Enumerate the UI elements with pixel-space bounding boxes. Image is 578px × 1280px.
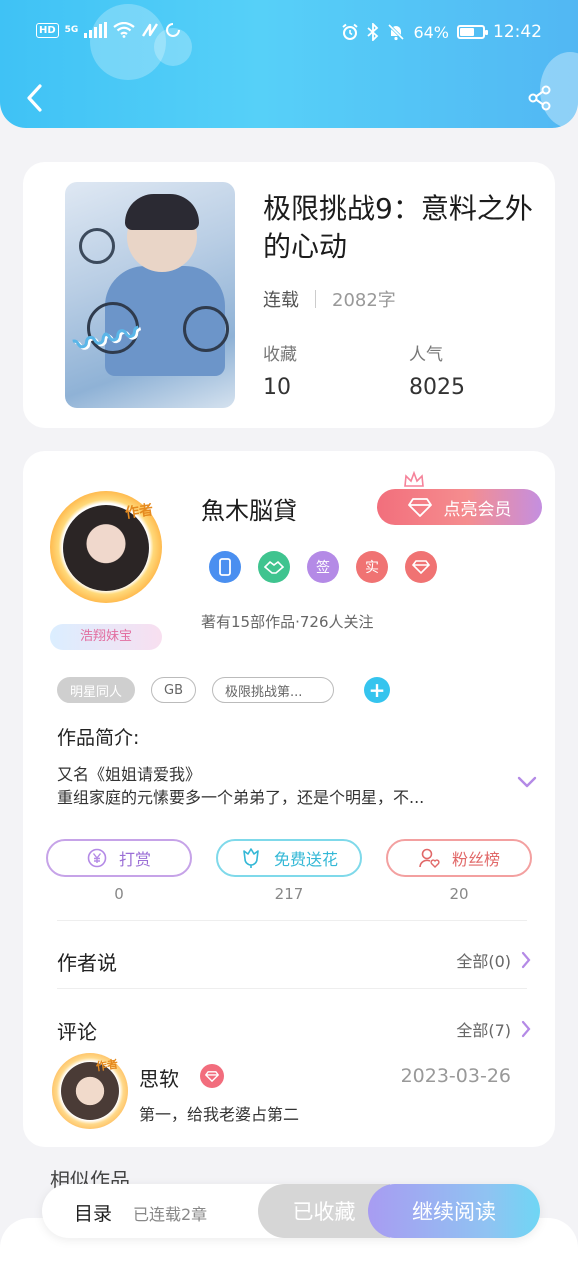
real-name-badge-icon[interactable]: 实 [356, 551, 388, 583]
diamond-icon[interactable] [405, 551, 437, 583]
yen-icon [87, 848, 107, 868]
intro-line: 又名《姐姐请爱我》 [57, 765, 202, 784]
clock: 12:42 [493, 22, 542, 42]
author-name[interactable]: 魚木脳貸 [201, 491, 297, 526]
book-status: 连载 [263, 290, 299, 311]
chevron-down-icon[interactable] [517, 775, 537, 789]
divider [315, 290, 316, 308]
chapter-count: 已连载2章 [133, 1205, 208, 1224]
author-works-info: 著有15部作品·726人关注 [201, 613, 374, 631]
commenter-avatar-tag: 作者 [95, 1057, 119, 1074]
chevron-right-icon [521, 1020, 531, 1038]
book-title: 极限挑战9：意料之外的心动 [263, 192, 533, 263]
tag-chip[interactable]: 极限挑战第... [212, 677, 335, 703]
author-says-more[interactable]: 全部(0) [456, 948, 531, 972]
mute-icon [388, 23, 405, 41]
alarm-icon [342, 23, 359, 40]
status-bar: HD 5G 64% 12:42 [0, 22, 578, 48]
wifi-icon [113, 22, 136, 38]
add-tag-button[interactable]: + [364, 677, 391, 703]
vip-activate-button[interactable]: 点亮会员 [377, 489, 542, 525]
bottom-action-bar: 目录 已连载2章 已收藏 继续阅读 [42, 1184, 540, 1238]
battery-percent: 64% [413, 22, 449, 42]
reward-count: 0 [114, 885, 124, 903]
comments-heading: 评论 [57, 1020, 97, 1044]
send-flower-label: 免费送花 [273, 850, 338, 869]
popularity-value: 8025 [409, 375, 465, 400]
share-icon[interactable] [526, 84, 554, 112]
signal-icon [84, 22, 108, 38]
popularity-stat: 人气 8025 [409, 340, 465, 400]
table-of-contents-button[interactable]: 目录 [74, 1199, 112, 1226]
book-meta: 连载 2082字 [263, 286, 396, 312]
intro-line: 重组家庭的元愫要多一个弟弟了，还是个明星，不... [57, 788, 425, 807]
author-says-heading: 作者说 [57, 951, 117, 975]
intro-text: 又名《姐姐请爱我》 重组家庭的元愫要多一个弟弟了，还是个明星，不... [57, 763, 497, 809]
phone-icon[interactable] [209, 551, 241, 583]
popularity-label: 人气 [409, 345, 443, 365]
handshake-icon[interactable] [258, 551, 290, 583]
reward-button[interactable]: 打赏 [46, 839, 192, 877]
fan-ranking-button[interactable]: 粉丝榜 [386, 839, 532, 877]
book-info-card: 〰〰 极限挑战9：意料之外的心动 连载 2082字 收藏 10 人气 8025 [23, 162, 555, 428]
author-avatar-tag: 作者 [124, 502, 155, 522]
nfc-icon [142, 23, 159, 37]
app-header: HD 5G 64% 12:42 [0, 0, 578, 128]
comments-more[interactable]: 全部(7) [456, 1017, 531, 1041]
comment-text: 第一，给我老婆占第二 [139, 1105, 300, 1124]
divider [57, 988, 527, 989]
battery-icon [457, 25, 488, 39]
reward-label: 打赏 [118, 850, 151, 869]
favorites-label: 收藏 [263, 345, 297, 365]
flower-icon [243, 848, 259, 868]
send-flower-button[interactable]: 免费送花 [216, 839, 362, 877]
action-counts: 0 217 20 [46, 885, 532, 903]
action-buttons: 打赏 免费送花 粉丝榜 [46, 839, 532, 877]
book-cover[interactable]: 〰〰 [65, 182, 235, 408]
diamond-icon [407, 498, 432, 517]
diamond-icon [200, 1064, 224, 1088]
fan-ranking-label: 粉丝榜 [451, 850, 500, 869]
crown-icon [404, 471, 424, 487]
hd-icon: HD [36, 22, 59, 38]
author-detail-card: 作者 浩翔妹宝 魚木脳貸 点亮会员 签 实 著有15部作品·726人关注 明星同… [23, 451, 555, 1147]
word-count: 2082字 [332, 290, 396, 311]
vip-button-label: 点亮会员 [443, 499, 512, 520]
sync-icon [166, 23, 181, 37]
chevron-left-icon[interactable] [20, 80, 50, 116]
divider [57, 920, 527, 921]
tag-list: 明星同人 GB 极限挑战第... + [57, 677, 391, 703]
bluetooth-icon [367, 23, 379, 41]
author-badges: 签 实 [209, 551, 437, 583]
network-type: 5G [64, 24, 79, 35]
sign-badge-icon[interactable]: 签 [307, 551, 339, 583]
favorites-value: 10 [263, 375, 291, 400]
continue-reading-button[interactable]: 继续阅读 [368, 1184, 540, 1238]
user-heart-icon [419, 848, 440, 868]
fan-badge: 浩翔妹宝 [50, 624, 162, 650]
fan-count: 20 [449, 885, 469, 903]
tag-chip[interactable]: GB [151, 677, 197, 703]
intro-heading: 作品简介: [57, 727, 140, 749]
comment-date: 2023-03-26 [400, 1065, 511, 1087]
favorites-stat: 收藏 10 [263, 340, 297, 400]
chevron-right-icon [521, 951, 531, 969]
tag-chip[interactable]: 明星同人 [57, 677, 136, 703]
commenter-name[interactable]: 思软 [139, 1063, 179, 1092]
flower-count: 217 [274, 885, 304, 903]
